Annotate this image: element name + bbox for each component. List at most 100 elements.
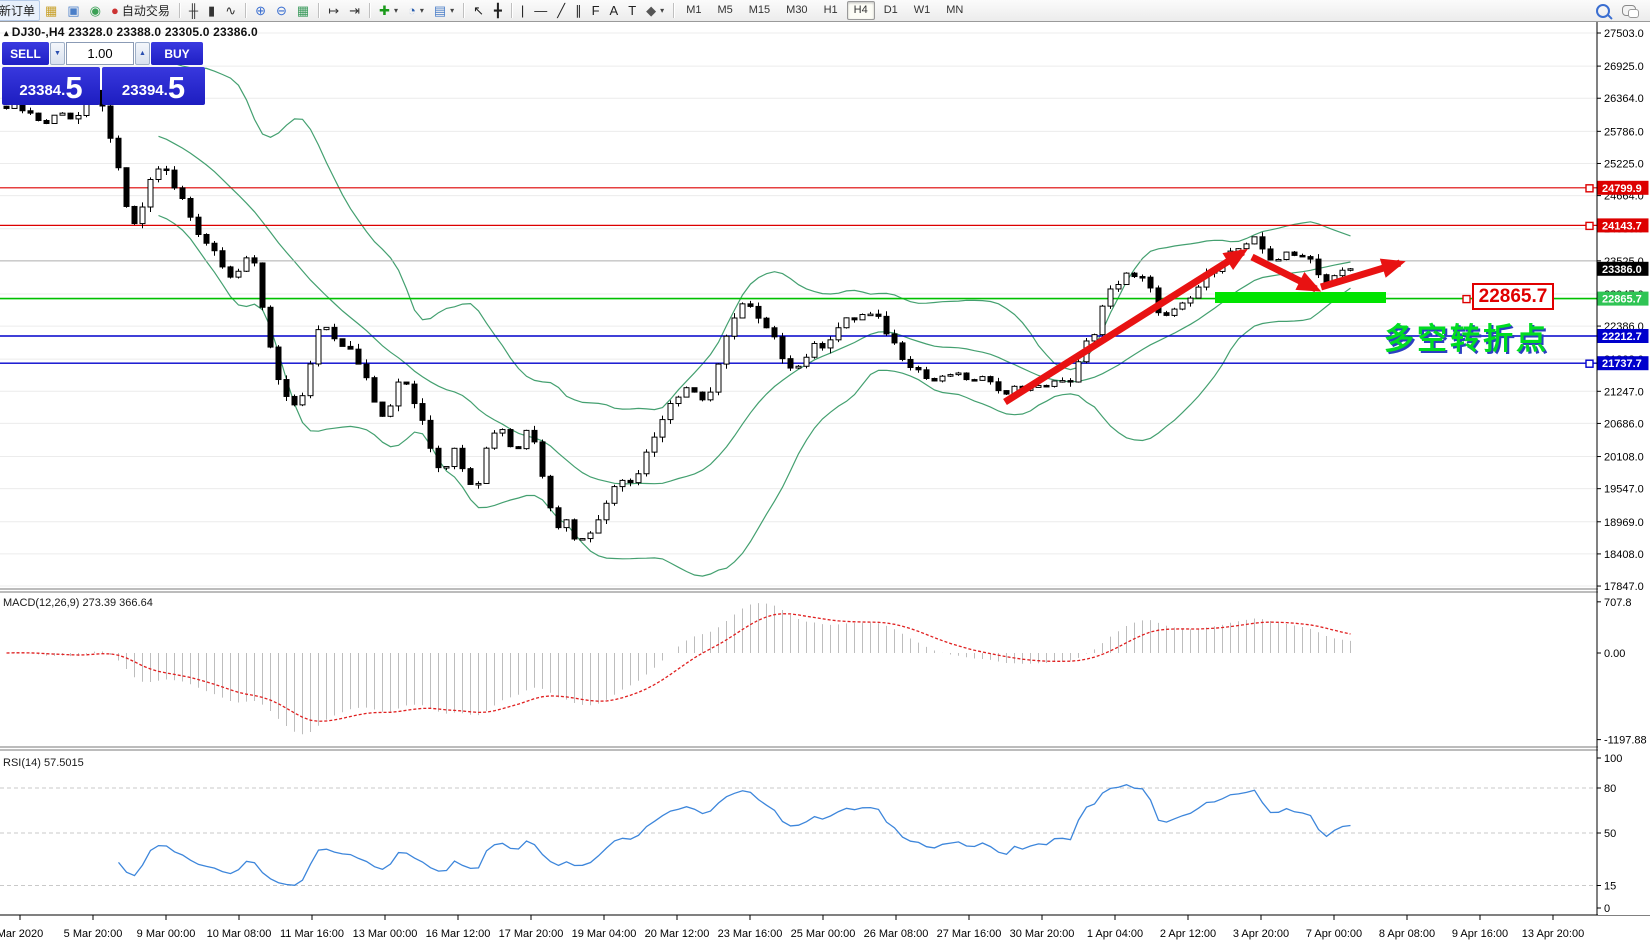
timeframe-m1[interactable]: M1 <box>679 1 708 20</box>
svg-text:26 Mar 08:00: 26 Mar 08:00 <box>864 928 929 940</box>
svg-text:0.00: 0.00 <box>1604 648 1625 660</box>
autotrading-button-label: 自动交易 <box>122 2 170 19</box>
chart-profile-icon: ▦ <box>45 4 57 17</box>
periods-button[interactable]: ◔▾ <box>403 0 429 21</box>
tile-windows-icon[interactable]: ▦ <box>292 0 314 21</box>
toolbar-separator <box>245 3 246 18</box>
support-zone[interactable] <box>1215 292 1386 303</box>
svg-text:21737.7: 21737.7 <box>1602 358 1642 370</box>
chevron-down-icon[interactable]: ▾ <box>420 6 424 15</box>
sell-button[interactable]: SELL <box>2 42 49 65</box>
text-icon: A <box>610 4 619 17</box>
timeframe-m30[interactable]: M30 <box>779 1 814 20</box>
indicators-button[interactable]: ✚▾ <box>374 0 403 21</box>
svg-text:17 Mar 20:00: 17 Mar 20:00 <box>499 928 564 940</box>
timeframe-w1[interactable]: W1 <box>907 1 938 20</box>
buy-price[interactable]: 23394.5 <box>102 67 205 105</box>
trendline-icon[interactable]: ╱ <box>552 0 570 21</box>
svg-text:3 Apr 20:00: 3 Apr 20:00 <box>1233 928 1289 940</box>
symbol-ohlc-info: ▴DJ30-,H4 23328.0 23388.0 23305.0 23386.… <box>4 25 258 39</box>
chat-icon[interactable] <box>1622 5 1636 16</box>
macd-pane <box>7 603 1351 734</box>
timeframe-d1[interactable]: D1 <box>877 1 905 20</box>
volume-increase-button[interactable]: ▲ <box>135 42 150 65</box>
crosshair-icon: ╋ <box>494 4 502 17</box>
rsi-indicator-label: RSI(14) 57.5015 <box>3 757 84 769</box>
line-handle[interactable] <box>1586 185 1593 192</box>
buy-button[interactable]: BUY <box>151 42 203 65</box>
line-handle[interactable] <box>1463 296 1470 303</box>
toolbar-separator <box>673 3 674 18</box>
candlestick-chart-icon: ▮ <box>208 4 215 17</box>
vertical-line-icon[interactable]: | <box>516 0 529 21</box>
autotrading-button[interactable]: ●自动交易 <box>106 0 175 21</box>
zoom-out-icon[interactable]: ⊖ <box>271 0 292 21</box>
periods-button: ◔ <box>408 4 416 17</box>
sell-price[interactable]: 23384.5 <box>2 67 100 105</box>
line-handle[interactable] <box>1586 360 1593 367</box>
time-axis[interactable]: Mar 20205 Mar 20:009 Mar 00:0010 Mar 08:… <box>0 915 1584 940</box>
crosshair-icon[interactable]: ╋ <box>489 0 507 21</box>
new-order-button[interactable]: 新订单 <box>0 0 40 21</box>
volume-input[interactable] <box>66 42 134 65</box>
bar-chart-icon: ╫ <box>189 4 198 17</box>
buy-price-fraction: 5 <box>168 73 185 103</box>
trend-arrow-2[interactable] <box>1252 257 1316 289</box>
chart-canvas[interactable]: 27503.026925.026364.025786.025225.024664… <box>0 0 1650 946</box>
equidistant-channel-icon[interactable]: ∥ <box>570 0 587 21</box>
search-icon[interactable] <box>1596 4 1610 18</box>
horizontal-line-icon[interactable]: — <box>529 0 552 21</box>
market-watch-icon[interactable]: ▣ <box>62 0 84 21</box>
cursor-icon[interactable]: ↖ <box>468 0 489 21</box>
bar-chart-icon[interactable]: ╫ <box>184 0 203 21</box>
signal-icon[interactable]: ◉ <box>85 0 106 21</box>
horizontal-line-icon: — <box>534 4 547 17</box>
volume-decrease-button[interactable]: ▼ <box>50 42 65 65</box>
timeframe-mn[interactable]: MN <box>939 1 970 20</box>
cursor-icon: ↖ <box>473 4 484 17</box>
timeframe-m15[interactable]: M15 <box>742 1 777 20</box>
timeframe-h1[interactable]: H1 <box>817 1 845 20</box>
svg-text:20686.0: 20686.0 <box>1604 418 1644 430</box>
svg-text:9 Apr 16:00: 9 Apr 16:00 <box>1452 928 1508 940</box>
chevron-down-icon[interactable]: ▾ <box>450 6 454 15</box>
chevron-down-icon[interactable]: ▾ <box>660 6 664 15</box>
trend-arrow-3[interactable] <box>1321 263 1400 287</box>
templates-button[interactable]: ▤▾ <box>429 0 459 21</box>
svg-text:26925.0: 26925.0 <box>1604 61 1644 73</box>
svg-text:24143.7: 24143.7 <box>1602 220 1642 232</box>
sell-price-main: 23384. <box>19 79 65 103</box>
text-icon[interactable]: A <box>605 0 624 21</box>
zoom-in-icon[interactable]: ⊕ <box>250 0 271 21</box>
svg-text:9 Mar 00:00: 9 Mar 00:00 <box>137 928 196 940</box>
line-chart-icon[interactable]: ∿ <box>220 0 241 21</box>
chevron-down-icon[interactable]: ▾ <box>394 6 398 15</box>
svg-text:17847.0: 17847.0 <box>1604 581 1644 593</box>
text-label-icon: T <box>628 4 636 17</box>
one-click-trading-panel: SELL ▼ ▲ BUY 23384.5 23394.5 <box>2 42 205 105</box>
auto-scroll-icon: ↦ <box>328 4 339 17</box>
rsi-pane <box>0 785 1597 886</box>
signal-icon: ◉ <box>90 4 101 17</box>
text-label-icon[interactable]: T <box>623 0 641 21</box>
chart-shift-icon[interactable]: ⇥ <box>344 0 365 21</box>
symbol-ohlc-text: DJ30-,H4 23328.0 23388.0 23305.0 23386.0 <box>12 25 258 39</box>
svg-text:50: 50 <box>1604 828 1616 840</box>
timeframe-h4[interactable]: H4 <box>847 1 875 20</box>
zoom-in-icon: ⊕ <box>255 4 266 17</box>
mt4-window: 新订单▦▣◉●自动交易╫▮∿⊕⊖▦↦⇥✚▾◔▾▤▾↖╋|—╱∥FAT◆▾M1M5… <box>0 0 1650 946</box>
fibonacci-icon[interactable]: F <box>587 0 605 21</box>
chart-shift-icon: ⇥ <box>349 4 360 17</box>
shapes-button[interactable]: ◆▾ <box>641 0 669 21</box>
svg-text:15: 15 <box>1604 881 1616 893</box>
chart-profile-icon[interactable]: ▦ <box>40 0 62 21</box>
svg-text:23 Mar 16:00: 23 Mar 16:00 <box>718 928 783 940</box>
svg-text:27503.0: 27503.0 <box>1604 28 1644 40</box>
candlestick-chart-icon[interactable]: ▮ <box>203 0 220 21</box>
svg-text:23386.0: 23386.0 <box>1602 264 1642 276</box>
timeframe-m5[interactable]: M5 <box>710 1 739 20</box>
toolbar-separator <box>318 3 319 18</box>
line-handle[interactable] <box>1586 222 1593 229</box>
auto-scroll-icon[interactable]: ↦ <box>323 0 344 21</box>
fibonacci-icon: F <box>592 4 600 17</box>
